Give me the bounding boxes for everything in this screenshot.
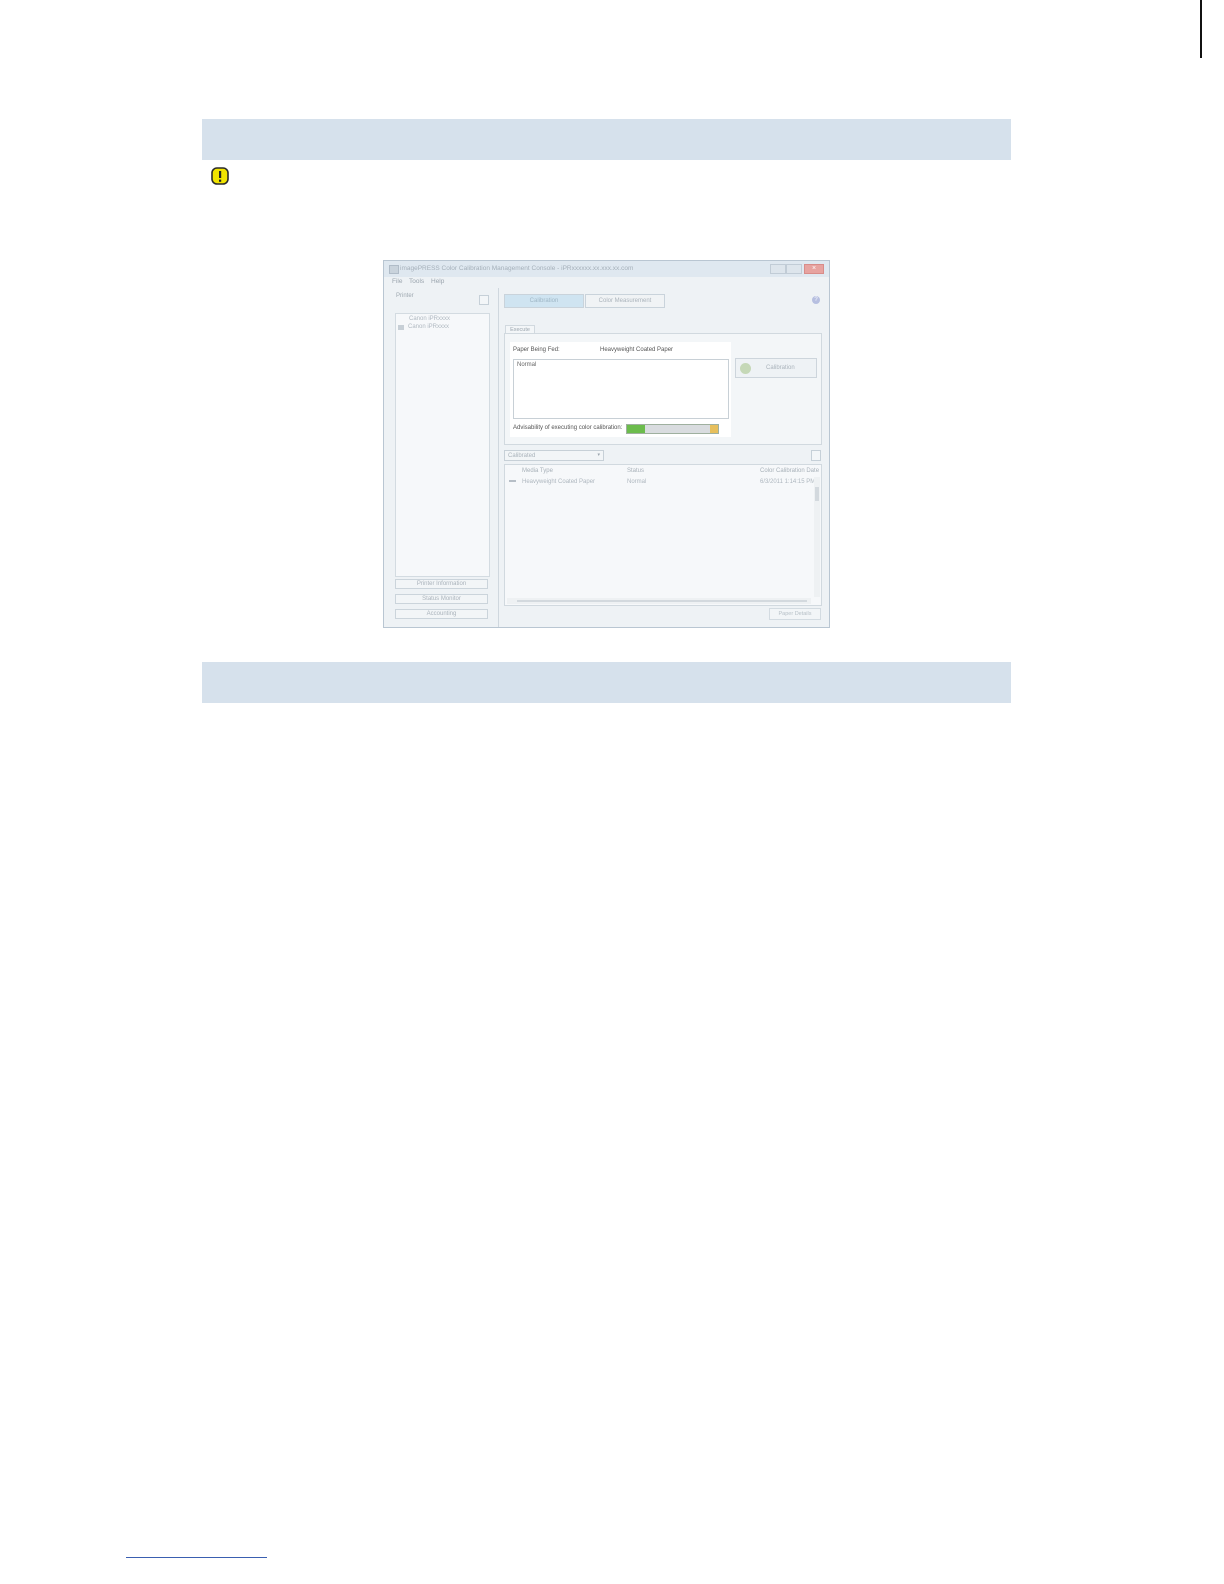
printer-tree: Canon iPRxxxx Canon iPRxxxx (395, 313, 490, 577)
calibration-button[interactable]: Calibration (735, 358, 817, 378)
menu-help[interactable]: Help (431, 278, 444, 285)
advisability-gauge-end (710, 425, 718, 433)
advisability-gauge (626, 424, 719, 434)
execute-panel: Paper Being Fed: Heavyweight Coated Pape… (510, 342, 731, 437)
status-monitor-button[interactable]: Status Monitor (395, 594, 488, 604)
column-header-media-type[interactable]: Media Type (522, 468, 553, 474)
accounting-button[interactable]: Accounting (395, 609, 488, 619)
tree-item-printer-parent[interactable]: Canon iPRxxxx (409, 316, 450, 322)
filter-selected-value: Calibrated (508, 453, 536, 459)
media-icon (509, 480, 516, 485)
close-button[interactable]: × (804, 264, 824, 274)
row-calibration-date: 6/3/2011 1:14:15 PM (760, 479, 816, 485)
app-icon (389, 265, 399, 274)
tab-calibration[interactable]: Calibration (504, 294, 584, 308)
app-window-screenshot: imagePRESS Color Calibration Management … (383, 260, 830, 628)
menu-bar: File Tools Help (384, 277, 829, 287)
pane-divider[interactable] (498, 288, 499, 627)
vertical-scroll-thumb[interactable] (815, 487, 819, 501)
printer-icon (398, 325, 404, 330)
printer-information-button[interactable]: Printer Information (395, 579, 488, 589)
warning-icon (211, 167, 229, 185)
window-title: imagePRESS Color Calibration Management … (400, 265, 634, 272)
tab-color-measurement[interactable]: Color Measurement (585, 294, 665, 308)
help-icon[interactable]: ? (812, 296, 820, 304)
calibration-button-label: Calibration (766, 365, 795, 371)
column-header-calibration-date[interactable]: Color Calibration Date (760, 468, 819, 474)
footnote-rule (126, 1557, 267, 1558)
pane-refresh-button[interactable] (479, 295, 489, 305)
column-header-status[interactable]: Status (627, 468, 644, 474)
status-message: Normal (517, 362, 537, 368)
paper-details-button[interactable]: Paper Details (769, 608, 821, 620)
advisability-gauge-fill (627, 425, 646, 433)
vertical-scrollbar[interactable] (814, 477, 820, 597)
menu-file[interactable]: File (392, 278, 402, 285)
status-message-box: Normal (513, 359, 729, 419)
printer-pane: Printer Canon iPRxxxx Canon iPRxxxx Prin… (391, 291, 496, 623)
section-footer-band (202, 662, 1011, 703)
page-edge-rule (1200, 0, 1202, 58)
advisability-label: Advisability of executing color calibrat… (513, 425, 623, 431)
horizontal-scroll-thumb[interactable] (517, 600, 807, 602)
list-refresh-button[interactable] (811, 450, 821, 461)
title-bar: imagePRESS Color Calibration Management … (384, 261, 829, 277)
calibration-icon (740, 363, 751, 374)
execute-group: Paper Being Fed: Heavyweight Coated Pape… (504, 333, 822, 445)
row-media-type: Heavyweight Coated Paper (522, 479, 596, 485)
row-status: Normal (627, 479, 647, 485)
menu-tools[interactable]: Tools (409, 278, 424, 285)
section-header-band (202, 119, 1011, 160)
paper-being-fed-value: Heavyweight Coated Paper (600, 347, 674, 353)
media-list: Media Type Status Color Calibration Date… (504, 464, 822, 606)
main-pane: Calibration Color Measurement ? Execute … (503, 291, 825, 623)
printer-pane-label: Printer (396, 293, 414, 299)
window-controls: × (770, 264, 826, 274)
paper-being-fed-label: Paper Being Fed: (513, 347, 560, 353)
horizontal-scrollbar[interactable] (507, 598, 811, 604)
minimize-button[interactable] (770, 264, 786, 274)
calibration-filter-select[interactable]: Calibrated ▾ (504, 450, 604, 461)
maximize-button[interactable] (786, 264, 802, 274)
tree-item-printer[interactable]: Canon iPRxxxx (408, 324, 449, 330)
chevron-down-icon: ▾ (597, 452, 600, 458)
